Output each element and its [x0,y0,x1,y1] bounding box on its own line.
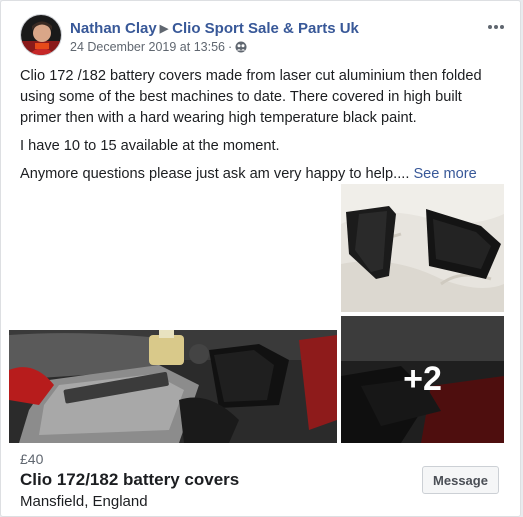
triangle-right-icon: ▶ [159,23,169,35]
photo-4-more[interactable]: +2 [341,316,504,443]
marketplace-listing: £40 Clio 172/182 battery covers Mansfiel… [20,451,505,511]
meta-separator: · [227,40,233,54]
message-button[interactable]: Message [422,466,499,494]
post-paragraph-3-text: Anymore questions please just ask am ver… [20,166,410,182]
photo-2-engine-bay[interactable] [9,330,337,443]
avatar[interactable] [20,14,62,56]
group-name[interactable]: Clio Sport Sale & Parts Uk [172,20,359,37]
group-privacy-icon [235,41,247,56]
more-photos-count[interactable]: +2 [341,316,504,443]
post-card: Nathan Clay ▶ Clio Sport Sale & Parts Uk 2… [0,0,521,517]
more-horizontal-icon[interactable] [486,20,506,32]
listing-price: £40 [20,451,44,467]
post-meta: 24 December 2019 at 13:56 · [70,40,247,56]
listing-location: Mansfield, England [20,493,148,510]
photo-1[interactable] [9,184,337,330]
photo-gallery: +2 [9,184,504,443]
post-paragraph-1: Clio 172 /182 battery covers made from l… [20,68,482,126]
author-name[interactable]: Nathan Clay [70,20,157,37]
post-body: Clio 172 /182 battery covers made from l… [20,66,505,192]
post-date[interactable]: 24 December 2019 at 13:56 [70,40,225,54]
post-paragraph-2: I have 10 to 15 available at the moment. [20,138,280,154]
post-header: Nathan Clay ▶ Clio Sport Sale & Parts Uk 2… [20,14,510,58]
post-paragraph-3: Anymore questions please just ask am ver… [20,164,505,185]
post-author-line: Nathan Clay ▶ Clio Sport Sale & Parts Uk [70,20,359,37]
see-more-link[interactable]: See more [413,166,476,182]
photo-3-battery-covers[interactable] [341,184,504,312]
listing-title[interactable]: Clio 172/182 battery covers [20,470,239,490]
